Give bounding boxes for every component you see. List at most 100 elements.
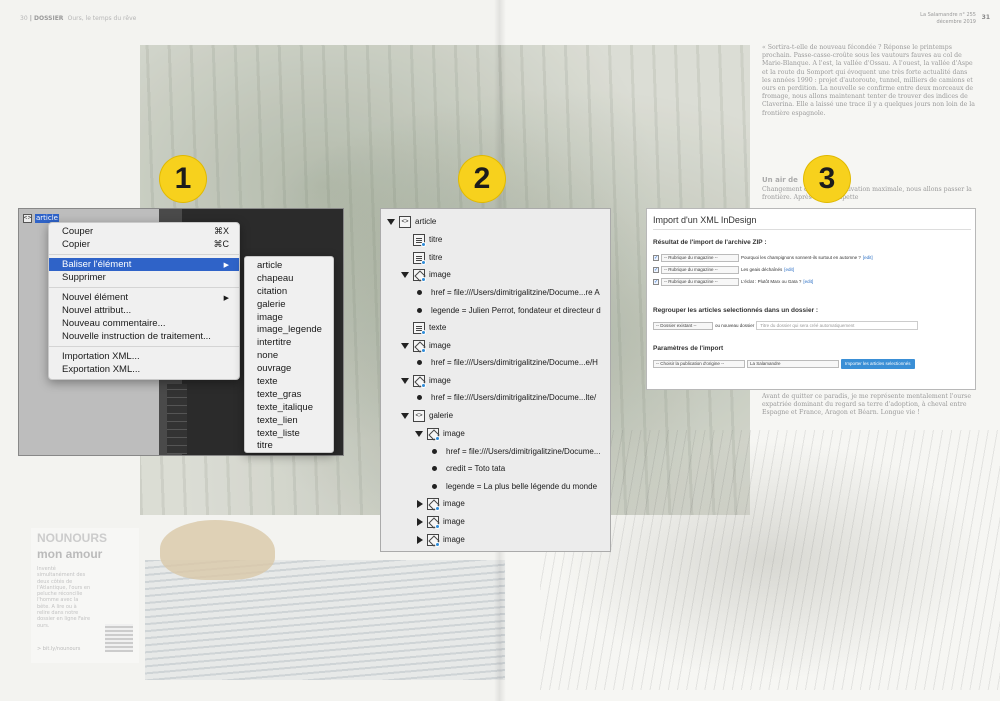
collapsed-triangle-icon[interactable] bbox=[417, 517, 423, 526]
sidebar-text: Inventé simultanément des deux côtés de … bbox=[37, 566, 91, 629]
expanded-triangle-icon[interactable] bbox=[401, 412, 409, 419]
publication-select[interactable]: -- Choisir la publication d'origine -- bbox=[653, 359, 745, 368]
tree-node-image[interactable]: image bbox=[415, 425, 465, 442]
collapsed-triangle-icon[interactable] bbox=[417, 499, 423, 508]
attribute-bullet-icon bbox=[417, 308, 422, 313]
edit-link[interactable]: [edit] bbox=[863, 255, 873, 260]
menu-item-nouvel-element[interactable]: Nouvel élément ▶ bbox=[49, 291, 239, 304]
attribute-bullet-icon bbox=[432, 466, 437, 471]
menu-item-import-xml[interactable]: Importation XML... bbox=[49, 350, 239, 363]
sidebar-title-2: mon amour bbox=[37, 547, 103, 561]
params-row: -- Choisir la publication d'origine -- L… bbox=[653, 358, 915, 369]
tag-submenu: article chapeau citation galerie image i… bbox=[244, 256, 334, 453]
article-checkbox[interactable]: ✓ bbox=[653, 266, 659, 273]
submenu-item-image-legende[interactable]: image_legende bbox=[245, 323, 333, 336]
menu-item-couper[interactable]: Couper ⌘X bbox=[49, 225, 239, 238]
tree-node-image[interactable]: image bbox=[401, 337, 451, 354]
tree-node-image[interactable]: image bbox=[417, 513, 465, 530]
ruler-strip bbox=[167, 384, 187, 454]
menu-separator bbox=[49, 346, 239, 347]
tree-label: image bbox=[429, 376, 451, 385]
menu-item-baliser[interactable]: Baliser l'élément ▶ bbox=[49, 258, 239, 271]
submenu-item-texte-lien[interactable]: texte_lien bbox=[245, 414, 333, 427]
attribute-bullet-icon bbox=[432, 484, 437, 489]
tree-attribute[interactable]: legende = La plus belle légende du monde bbox=[432, 478, 597, 495]
import-button[interactable]: Importer les articles selectionnés bbox=[841, 358, 915, 369]
body-text-bottom: Avant de quitter ce paradis, je me repré… bbox=[762, 393, 972, 417]
submenu-item-intertitre[interactable]: intertitre bbox=[245, 336, 333, 349]
sidebar-title-1: NOUNOURS bbox=[37, 531, 108, 545]
submenu-item-citation[interactable]: citation bbox=[245, 285, 333, 298]
menu-item-nouveau-commentaire[interactable]: Nouveau commentaire... bbox=[49, 317, 239, 330]
submenu-item-none[interactable]: none bbox=[245, 349, 333, 362]
folder-title-input[interactable]: Titre du dossier qui sera créé automatiq… bbox=[756, 321, 919, 330]
submenu-item-texte-gras[interactable]: texte_gras bbox=[245, 388, 333, 401]
tree-label: image bbox=[443, 517, 465, 526]
menu-item-nouvel-attribut[interactable]: Nouvel attribut... bbox=[49, 304, 239, 317]
tree-attribute[interactable]: legende = Julien Perrot, fondateur et di… bbox=[417, 302, 601, 319]
tree-node-image[interactable]: image bbox=[417, 531, 465, 548]
menu-item-supprimer[interactable]: Supprimer bbox=[49, 271, 239, 284]
submenu-item-texte-italique[interactable]: texte_italique bbox=[245, 401, 333, 414]
menu-label: Nouvel attribut... bbox=[62, 305, 132, 316]
tree-node-image[interactable]: image bbox=[401, 372, 451, 389]
menu-label: Nouvelle instruction de traitement... bbox=[62, 331, 211, 342]
submenu-item-article[interactable]: article bbox=[245, 259, 333, 272]
sidebar-link: > bit.ly/nounours bbox=[37, 646, 81, 652]
tree-attribute[interactable]: href = file:///Users/dimitrigalitzine/Do… bbox=[417, 354, 598, 371]
submenu-item-titre[interactable]: titre bbox=[245, 439, 333, 452]
expanded-triangle-icon[interactable] bbox=[401, 271, 409, 278]
tree-label: legende = Julien Perrot, fondateur et di… bbox=[431, 306, 601, 315]
article-checkbox[interactable]: ✓ bbox=[653, 254, 659, 261]
tree-node-titre[interactable]: titre bbox=[413, 249, 442, 266]
collapsed-triangle-icon[interactable] bbox=[417, 535, 423, 544]
submenu-item-texte-liste[interactable]: texte_liste bbox=[245, 427, 333, 440]
tree-label: legende = La plus belle légende du monde bbox=[446, 482, 598, 491]
title-divider bbox=[653, 229, 971, 230]
left-title: Ours, le temps du rêve bbox=[67, 15, 137, 22]
rubrique-select[interactable]: -- Rubrique du magazine -- bbox=[661, 277, 739, 286]
tree-node-galerie[interactable]: <> galerie bbox=[401, 407, 453, 424]
expanded-triangle-icon[interactable] bbox=[387, 218, 395, 225]
menu-item-instruction[interactable]: Nouvelle instruction de traitement... bbox=[49, 330, 239, 343]
article-checkbox[interactable]: ✓ bbox=[653, 278, 659, 285]
article-row: ✓ -- Rubrique du magazine -- Pourquoi le… bbox=[653, 253, 873, 262]
tree-node-image[interactable]: image bbox=[401, 266, 451, 283]
expanded-triangle-icon[interactable] bbox=[401, 377, 409, 384]
tree-node-image[interactable]: image bbox=[417, 495, 465, 512]
menu-label: Nouvel élément bbox=[62, 292, 129, 303]
right-folio: 31 bbox=[981, 14, 990, 21]
menu-item-export-xml[interactable]: Exportation XML... bbox=[49, 363, 239, 376]
article-row: ✓ -- Rubrique du magazine -- L'éclat : P… bbox=[653, 277, 813, 286]
submenu-item-texte[interactable]: texte bbox=[245, 375, 333, 388]
attribute-bullet-icon bbox=[432, 449, 437, 454]
edit-link[interactable]: [edit] bbox=[803, 279, 813, 284]
tree-attribute[interactable]: href = file:///Users/dimitrigalitzine/Do… bbox=[432, 443, 601, 460]
step-badge-1: 1 bbox=[160, 156, 206, 202]
tree-attribute[interactable]: credit = Toto tata bbox=[432, 460, 505, 477]
menu-shortcut: ⌘C bbox=[213, 239, 230, 249]
expanded-triangle-icon[interactable] bbox=[401, 342, 409, 349]
tree-node-texte[interactable]: texte bbox=[413, 319, 446, 336]
tree-attribute[interactable]: href = file:///Users/dimitrigalitzine/Do… bbox=[417, 389, 596, 406]
qr-code-icon bbox=[105, 624, 133, 652]
menu-item-copier[interactable]: Copier ⌘C bbox=[49, 238, 239, 251]
submenu-item-galerie[interactable]: galerie bbox=[245, 298, 333, 311]
submenu-item-ouvrage[interactable]: ouvrage bbox=[245, 362, 333, 375]
submenu-item-chapeau[interactable]: chapeau bbox=[245, 272, 333, 285]
tree-label: image bbox=[443, 535, 465, 544]
image-frame-icon bbox=[427, 427, 440, 441]
tree-attribute[interactable]: href = file:///Users/dimitrigalitzine/Do… bbox=[417, 284, 600, 301]
image-frame-icon bbox=[413, 339, 426, 353]
edit-link[interactable]: [edit] bbox=[784, 267, 794, 272]
rubrique-select[interactable]: -- Rubrique du magazine -- bbox=[661, 253, 739, 262]
rubrique-select[interactable]: -- Rubrique du magazine -- bbox=[661, 265, 739, 274]
tree-node-article[interactable]: <> article bbox=[387, 213, 436, 230]
submenu-item-image[interactable]: image bbox=[245, 311, 333, 324]
tree-label: href = file:///Users/dimitrigalitzine/Do… bbox=[431, 393, 597, 402]
expanded-triangle-icon[interactable] bbox=[415, 430, 423, 437]
publication-value-select[interactable]: La Salamandre bbox=[747, 359, 839, 368]
folder-select[interactable]: -- Dossier existant -- bbox=[653, 321, 713, 330]
attribute-bullet-icon bbox=[417, 360, 422, 365]
tree-node-titre[interactable]: titre bbox=[413, 231, 442, 248]
